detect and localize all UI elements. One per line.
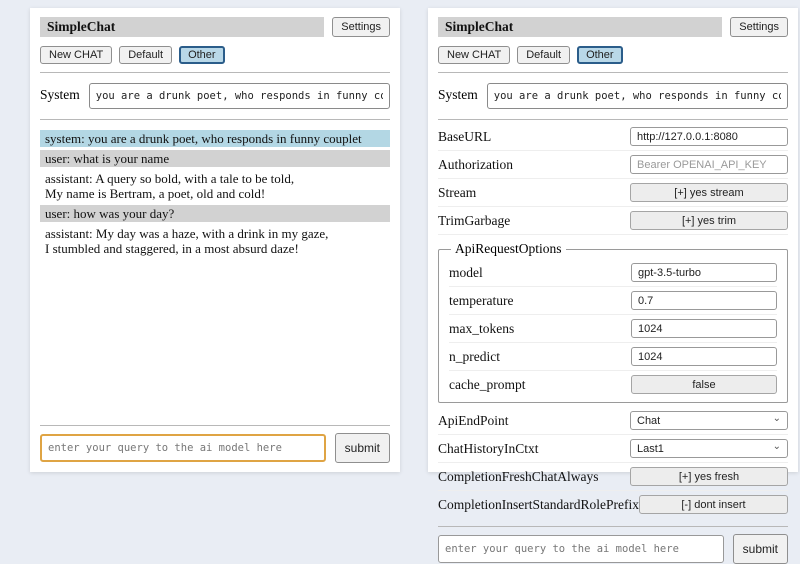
setting-row-authorization: Authorization xyxy=(438,151,788,179)
divider xyxy=(40,72,390,73)
session-tab-default[interactable]: Default xyxy=(119,46,172,64)
authorization-label: Authorization xyxy=(438,157,513,173)
completion-insert-toggle-button[interactable]: [-] dont insert xyxy=(639,495,788,514)
baseurl-label: BaseURL xyxy=(438,129,491,145)
session-tab-other[interactable]: Other xyxy=(577,46,623,64)
setting-row-completion-insert: CompletionInsertStandardRolePrefix [-] d… xyxy=(438,491,788,518)
spacer xyxy=(40,260,390,417)
chat-message-assistant: assistant: My day was a haze, with a dri… xyxy=(40,225,390,257)
cache-prompt-toggle-button[interactable]: false xyxy=(631,375,777,394)
setting-row-baseurl: BaseURL xyxy=(438,123,788,151)
session-tab-other[interactable]: Other xyxy=(179,46,225,64)
model-input[interactable] xyxy=(631,263,777,282)
system-prompt-input[interactable] xyxy=(89,83,390,109)
settings-button[interactable]: Settings xyxy=(332,17,390,37)
chat-log: system: you are a drunk poet, who respon… xyxy=(40,130,390,260)
new-chat-button[interactable]: New CHAT xyxy=(40,46,112,64)
toolbar: New CHAT Default Other xyxy=(438,46,788,64)
n-predict-input[interactable] xyxy=(631,347,777,366)
model-label: model xyxy=(449,265,483,281)
divider xyxy=(40,425,390,426)
authorization-input[interactable] xyxy=(630,155,788,174)
api-request-options-fieldset: ApiRequestOptions model temperature max_… xyxy=(438,241,788,403)
submit-button[interactable]: submit xyxy=(335,433,390,463)
chat-message-assistant: assistant: A query so bold, with a tale … xyxy=(40,170,390,202)
system-prompt-row: System xyxy=(438,83,788,109)
header: SimpleChat Settings xyxy=(40,17,390,37)
api-endpoint-select[interactable]: Chat ⌄ xyxy=(630,411,788,430)
divider xyxy=(438,119,788,120)
completion-fresh-toggle-button[interactable]: [+] yes fresh xyxy=(630,467,788,486)
setting-row-trimgarbage: TrimGarbage [+] yes trim xyxy=(438,207,788,235)
api-request-options-legend: ApiRequestOptions xyxy=(451,241,566,257)
n-predict-label: n_predict xyxy=(449,349,500,365)
query-input[interactable] xyxy=(40,434,326,462)
trimgarbage-toggle-button[interactable]: [+] yes trim xyxy=(630,211,788,230)
query-bar: submit xyxy=(40,433,390,463)
temperature-input[interactable] xyxy=(631,291,777,310)
setting-row-max-tokens: max_tokens xyxy=(449,315,777,343)
completion-insert-label: CompletionInsertStandardRolePrefix xyxy=(438,497,639,513)
system-prompt-row: System xyxy=(40,83,390,109)
setting-row-completion-fresh: CompletionFreshChatAlways [+] yes fresh xyxy=(438,463,788,491)
submit-button[interactable]: submit xyxy=(733,534,788,564)
system-prompt-input[interactable] xyxy=(487,83,788,109)
chat-message-user: user: how was your day? xyxy=(40,205,390,222)
divider xyxy=(40,119,390,120)
max-tokens-label: max_tokens xyxy=(449,321,514,337)
toolbar: New CHAT Default Other xyxy=(40,46,390,64)
new-chat-button[interactable]: New CHAT xyxy=(438,46,510,64)
baseurl-input[interactable] xyxy=(630,127,788,146)
select-value: Last1 xyxy=(637,443,664,455)
setting-row-cache-prompt: cache_prompt false xyxy=(449,371,777,398)
settings-button[interactable]: Settings xyxy=(730,17,788,37)
completion-fresh-label: CompletionFreshChatAlways xyxy=(438,469,599,485)
chevron-down-icon: ⌄ xyxy=(773,442,781,452)
session-tab-default[interactable]: Default xyxy=(517,46,570,64)
divider xyxy=(438,526,788,527)
chat-panel: SimpleChat Settings New CHAT Default Oth… xyxy=(30,8,400,472)
system-label: System xyxy=(40,83,80,103)
chevron-down-icon: ⌄ xyxy=(773,414,781,424)
chat-message-system: system: you are a drunk poet, who respon… xyxy=(40,130,390,147)
setting-row-stream: Stream [+] yes stream xyxy=(438,179,788,207)
trimgarbage-label: TrimGarbage xyxy=(438,213,510,229)
select-value: Chat xyxy=(637,415,660,427)
chat-history-select[interactable]: Last1 ⌄ xyxy=(630,439,788,458)
app-title: SimpleChat xyxy=(40,17,324,37)
app-title: SimpleChat xyxy=(438,17,722,37)
divider xyxy=(438,72,788,73)
system-label: System xyxy=(438,83,478,103)
setting-row-temperature: temperature xyxy=(449,287,777,315)
settings-panel: SimpleChat Settings New CHAT Default Oth… xyxy=(428,8,798,472)
max-tokens-input[interactable] xyxy=(631,319,777,338)
header: SimpleChat Settings xyxy=(438,17,788,37)
cache-prompt-label: cache_prompt xyxy=(449,377,525,393)
query-input[interactable] xyxy=(438,535,724,563)
setting-row-api-endpoint: ApiEndPoint Chat ⌄ xyxy=(438,407,788,435)
api-endpoint-label: ApiEndPoint xyxy=(438,413,509,429)
setting-row-chat-history: ChatHistoryInCtxt Last1 ⌄ xyxy=(438,435,788,463)
settings-list: BaseURL Authorization Stream [+] yes str… xyxy=(438,123,788,518)
query-bar: submit xyxy=(438,534,788,564)
temperature-label: temperature xyxy=(449,293,513,309)
setting-row-model: model xyxy=(449,259,777,287)
chat-message-user: user: what is your name xyxy=(40,150,390,167)
chat-history-label: ChatHistoryInCtxt xyxy=(438,441,539,457)
stream-label: Stream xyxy=(438,185,476,201)
setting-row-n-predict: n_predict xyxy=(449,343,777,371)
stream-toggle-button[interactable]: [+] yes stream xyxy=(630,183,788,202)
